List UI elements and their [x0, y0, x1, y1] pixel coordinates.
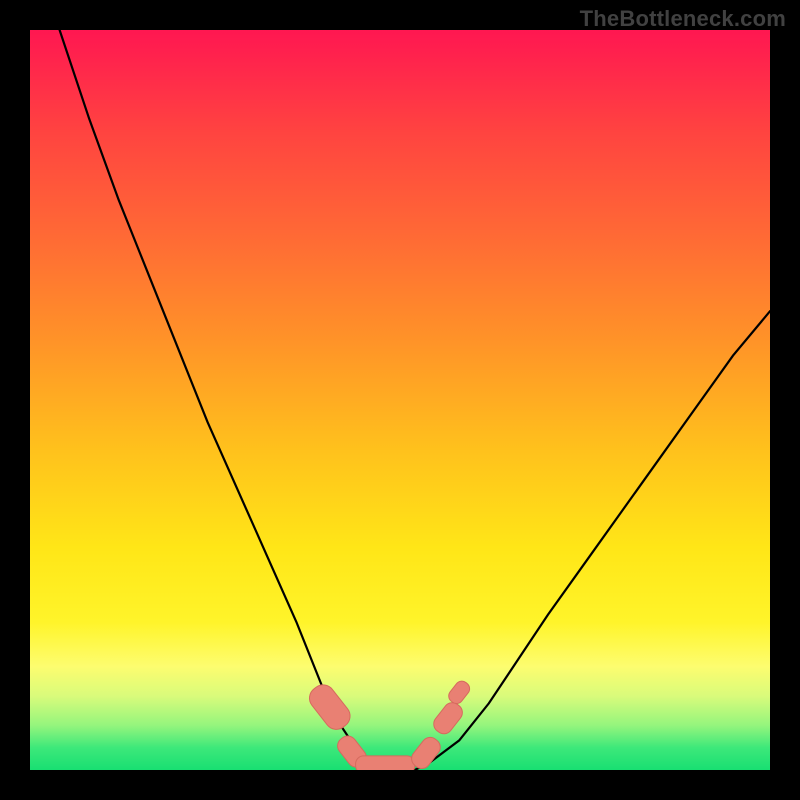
- curve-marker: [356, 756, 415, 770]
- watermark-text: TheBottleneck.com: [580, 6, 786, 32]
- bottleneck-curve: [60, 30, 770, 770]
- outer-frame: TheBottleneck.com: [0, 0, 800, 800]
- plot-area: [30, 30, 770, 770]
- curve-marker: [408, 734, 444, 770]
- curve-marker: [430, 699, 466, 737]
- curve-marker: [446, 678, 472, 706]
- curve-marker: [305, 680, 355, 734]
- curve-layer: [30, 30, 770, 770]
- curve-markers: [305, 678, 473, 770]
